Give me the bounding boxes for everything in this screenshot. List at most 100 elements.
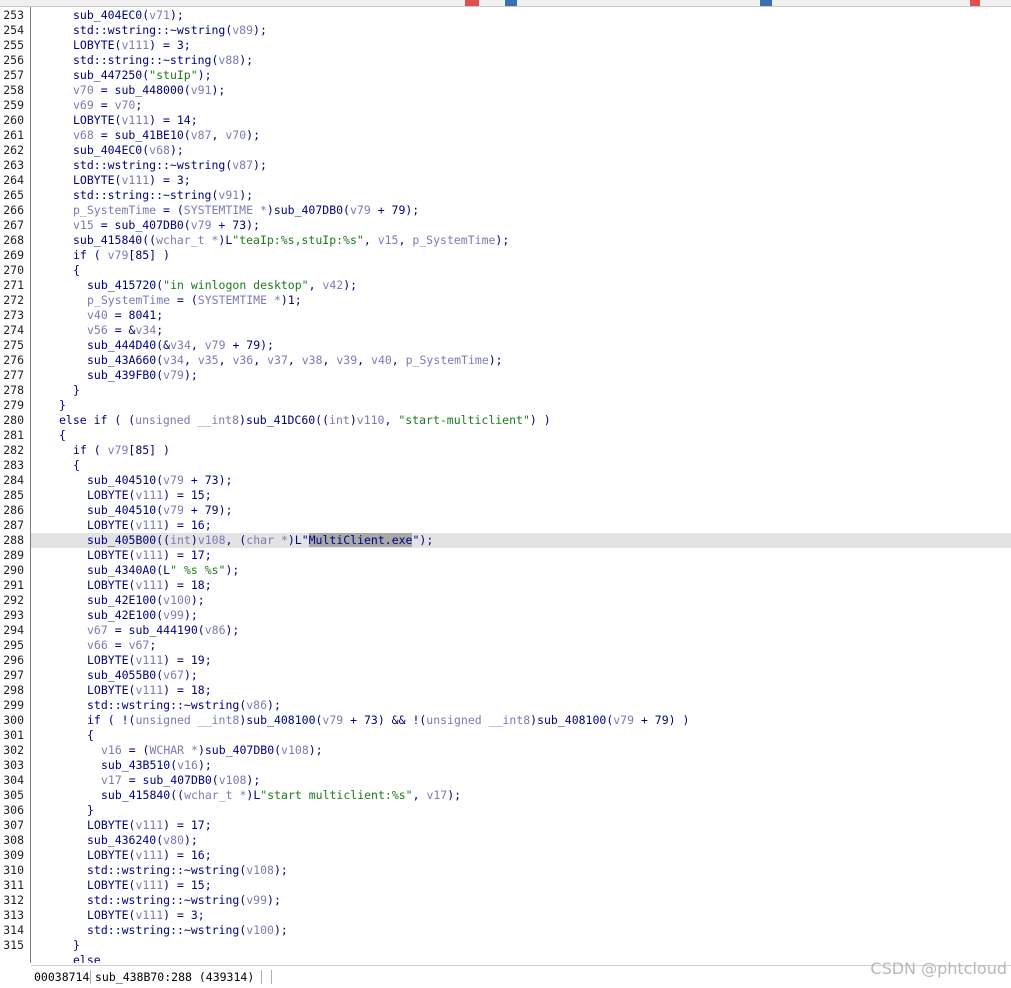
code-line[interactable]: v70 = sub_448000(v91);	[31, 83, 1011, 98]
code-line[interactable]: {	[31, 728, 1011, 743]
code-line[interactable]: LOBYTE(v111) = 17;	[31, 818, 1011, 833]
code-line[interactable]: v56 = &v34;	[31, 323, 1011, 338]
code-token-sel[interactable]: MultiClient.exe	[308, 533, 413, 547]
code-token-var: v79	[163, 473, 184, 487]
code-line[interactable]: {	[31, 458, 1011, 473]
code-line[interactable]: std::wstring::~wstring(v108);	[31, 863, 1011, 878]
code-line[interactable]: p_SystemTime = (SYSTEMTIME *)sub_407DB0(…	[31, 203, 1011, 218]
code-line[interactable]: sub_415840((wchar_t *)L"start multiclien…	[31, 788, 1011, 803]
code-line[interactable]: LOBYTE(v111) = 18;	[31, 578, 1011, 593]
code-token-fn: LOBYTE(	[87, 653, 136, 667]
code-line[interactable]: sub_439FB0(v79);	[31, 368, 1011, 383]
code-token-op: );	[169, 8, 184, 22]
code-line[interactable]: sub_4055B0(v67);	[31, 668, 1011, 683]
code-token-type: int	[170, 533, 191, 547]
code-line[interactable]: LOBYTE(v111) = 3;	[31, 173, 1011, 188]
code-line[interactable]: v68 = sub_41BE10(v87, v70);	[31, 128, 1011, 143]
code-token-op: ;	[149, 638, 157, 652]
code-token-var: v17	[101, 773, 122, 787]
code-line[interactable]: sub_404EC0(v71);	[31, 8, 1011, 23]
code-line[interactable]: v67 = sub_444190(v86);	[31, 623, 1011, 638]
code-token-var: v34	[135, 323, 157, 337]
code-token-op: );	[225, 563, 240, 577]
code-line[interactable]: std::string::~string(v88);	[31, 53, 1011, 68]
code-line[interactable]: v66 = v67;	[31, 638, 1011, 653]
code-line[interactable]: }	[31, 398, 1011, 413]
code-line[interactable]: LOBYTE(v111) = 3;	[31, 38, 1011, 53]
line-number: 271	[3, 278, 24, 292]
code-token-var: v99	[163, 608, 184, 622]
code-line[interactable]: sub_436240(v80);	[31, 833, 1011, 848]
code-line[interactable]: }	[31, 803, 1011, 818]
tab-pseudocode[interactable]	[505, 0, 517, 6]
code-line[interactable]: std::wstring::~wstring(v89);	[31, 23, 1011, 38]
code-token-var: v79	[204, 338, 226, 352]
code-line[interactable]: v16 = (WCHAR *)sub_407DB0(v108);	[31, 743, 1011, 758]
code-line[interactable]: v40 = 8041;	[31, 308, 1011, 323]
code-line[interactable]: std::wstring::~wstring(v87);	[31, 158, 1011, 173]
code-line[interactable]: std::wstring::~wstring(v86);	[31, 698, 1011, 713]
code-line[interactable]: {	[31, 428, 1011, 443]
code-line[interactable]: LOBYTE(v111) = 3;	[31, 908, 1011, 923]
code-line[interactable]: v17 = sub_407DB0(v108);	[31, 773, 1011, 788]
code-token-op: =	[93, 98, 115, 112]
line-number: 254	[3, 23, 24, 37]
code-token-op: ,	[287, 353, 302, 367]
code-line[interactable]: sub_415840((wchar_t *)L"teaIp:%s,stuIp:%…	[31, 233, 1011, 248]
code-token-op: ) )	[529, 413, 551, 427]
current-code-line[interactable]: sub_405B00((int)v108, (char *)L"MultiCli…	[31, 533, 1011, 548]
code-line[interactable]: else if ( (unsigned __int8)sub_41DC60((i…	[31, 413, 1011, 428]
status-location: sub_438B70:288 (439314)	[95, 970, 255, 984]
code-line[interactable]: v15 = sub_407DB0(v79 + 73);	[31, 218, 1011, 233]
tab-close-icon[interactable]	[970, 0, 980, 6]
code-line[interactable]: sub_43B510(v16);	[31, 758, 1011, 773]
code-line[interactable]: sub_404510(v79 + 79);	[31, 503, 1011, 518]
code-token-op: );	[239, 188, 254, 202]
code-line[interactable]: }	[31, 383, 1011, 398]
code-token-op: ) = 14;	[149, 113, 198, 127]
code-line[interactable]: sub_42E100(v99);	[31, 608, 1011, 623]
code-token-op: )L"	[287, 533, 309, 547]
code-line[interactable]: LOBYTE(v111) = 18;	[31, 683, 1011, 698]
code-line[interactable]: sub_415720("in winlogon desktop", v42);	[31, 278, 1011, 293]
watermark: CSDN @phtcloud	[870, 959, 1007, 978]
line-number: 280	[3, 413, 24, 427]
code-token-var: v40	[87, 308, 108, 322]
code-line[interactable]: std::wstring::~wstring(v100);	[31, 923, 1011, 938]
code-line[interactable]: }	[31, 938, 1011, 953]
code-line[interactable]: sub_4340A0(L" %s %s");	[31, 563, 1011, 578]
status-separator	[271, 970, 272, 984]
code-line[interactable]: if ( v79[85] )	[31, 248, 1011, 263]
code-line[interactable]: if ( !(unsigned __int8)sub_408100(v79 + …	[31, 713, 1011, 728]
line-number: 301	[3, 728, 24, 742]
code-line[interactable]: LOBYTE(v111) = 15;	[31, 878, 1011, 893]
code-line[interactable]: {	[31, 263, 1011, 278]
line-number: 290	[3, 563, 24, 577]
code-line[interactable]: LOBYTE(v111) = 14;	[31, 113, 1011, 128]
code-token-op: ) = 3;	[163, 908, 205, 922]
code-line[interactable]: sub_404510(v79 + 73);	[31, 473, 1011, 488]
tab-hex-view[interactable]	[760, 0, 772, 6]
code-line[interactable]: LOBYTE(v111) = 15;	[31, 488, 1011, 503]
code-line[interactable]: sub_444D40(&v34, v79 + 79);	[31, 338, 1011, 353]
code-token-op: ,	[357, 353, 372, 367]
code-line[interactable]: sub_447250("stuIp");	[31, 68, 1011, 83]
code-line[interactable]: p_SystemTime = (SYSTEMTIME *)1;	[31, 293, 1011, 308]
code-line[interactable]: LOBYTE(v111) = 17;	[31, 548, 1011, 563]
code-line[interactable]: v69 = v70;	[31, 98, 1011, 113]
code-line[interactable]: std::wstring::~wstring(v99);	[31, 893, 1011, 908]
code-line[interactable]: if ( v79[85] )	[31, 443, 1011, 458]
code-line[interactable]: LOBYTE(v111) = 19;	[31, 653, 1011, 668]
code-token-op: );	[246, 773, 261, 787]
code-token-var: v16	[101, 743, 122, 757]
code-line[interactable]: sub_42E100(v100);	[31, 593, 1011, 608]
tab-active-indicator[interactable]	[465, 0, 479, 6]
code-line[interactable]: std::string::~string(v91);	[31, 188, 1011, 203]
pseudocode-view[interactable]: sub_404EC0(v71); std::wstring::~wstring(v…	[31, 7, 1011, 963]
code-line[interactable]: sub_43A660(v34, v35, v36, v37, v38, v39,…	[31, 353, 1011, 368]
code-line[interactable]: LOBYTE(v111) = 16;	[31, 848, 1011, 863]
code-line[interactable]: sub_404EC0(v68);	[31, 143, 1011, 158]
line-number: 292	[3, 593, 24, 607]
code-line[interactable]: LOBYTE(v111) = 16;	[31, 518, 1011, 533]
code-line[interactable]: else	[31, 953, 1011, 963]
